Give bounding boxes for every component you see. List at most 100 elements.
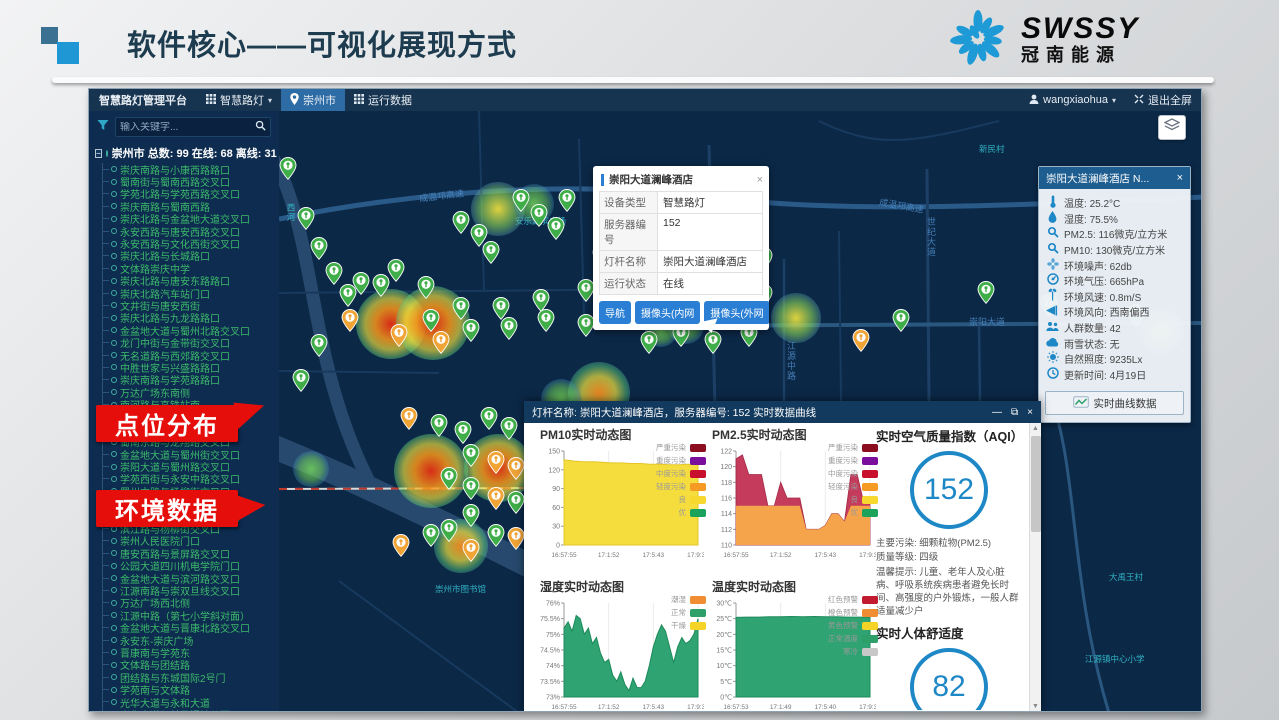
streetlight-marker[interactable] bbox=[392, 534, 410, 562]
tree-item[interactable]: 光华大道与羊马湿地公园 bbox=[102, 708, 279, 712]
tree-item[interactable]: 学苑北路与学苑西路交叉口 bbox=[102, 188, 279, 200]
tree-item[interactable]: 崇庆南路与小康西路路口 bbox=[102, 163, 279, 175]
streetlight-marker[interactable] bbox=[422, 524, 440, 552]
tree-item[interactable]: 团结路与东城国际2号门 bbox=[102, 671, 279, 683]
streetlight-marker[interactable] bbox=[440, 519, 458, 547]
streetlight-marker[interactable] bbox=[482, 241, 500, 269]
minimize-button[interactable]: — bbox=[992, 407, 1002, 418]
tree-item[interactable]: 永安西路与唐安西路交叉口 bbox=[102, 225, 279, 237]
streetlight-marker[interactable] bbox=[977, 281, 995, 309]
tree-item[interactable]: 崇阳大道与蜀州路交叉口 bbox=[102, 460, 279, 472]
streetlight-marker[interactable] bbox=[462, 504, 480, 532]
tree-item[interactable]: 万达广场西北侧 bbox=[102, 597, 279, 609]
tree-item[interactable]: 学苑西街与永安中路交叉口 bbox=[102, 473, 279, 485]
popup-button-1[interactable]: 摄像头(内网 bbox=[635, 301, 700, 324]
popup-button-2[interactable]: 摄像头(外网 bbox=[704, 301, 769, 324]
streetlight-marker[interactable] bbox=[417, 276, 435, 304]
streetlight-marker[interactable] bbox=[400, 407, 418, 435]
tree-item[interactable]: 金盆地大道与滨河路交叉口 bbox=[102, 572, 279, 584]
scroll-up-icon[interactable]: ▲ bbox=[1030, 423, 1041, 435]
exit-fullscreen-button[interactable]: 退出全屏 bbox=[1125, 89, 1201, 111]
tree-item[interactable]: 崇庆北路与九龙路路口 bbox=[102, 312, 279, 324]
streetlight-marker[interactable] bbox=[440, 467, 458, 495]
tree-item[interactable]: 唐安西路与景屏路交叉口 bbox=[102, 547, 279, 559]
streetlight-marker[interactable] bbox=[390, 324, 408, 352]
streetlight-marker[interactable] bbox=[537, 309, 555, 337]
tree-item[interactable]: 学苑南与文体路 bbox=[102, 683, 279, 695]
nav-item-0[interactable]: 智慧路灯▾ bbox=[197, 89, 281, 111]
nav-item-2[interactable]: 运行数据 bbox=[345, 89, 421, 111]
tree-item[interactable]: 永安东-崇庆广场 bbox=[102, 634, 279, 646]
tree-item[interactable]: 崇州人民医院门口 bbox=[102, 535, 279, 547]
nav-item-1[interactable]: 崇州市 bbox=[281, 89, 345, 111]
user-menu[interactable]: wangxiaohua ▾ bbox=[1020, 89, 1125, 111]
tree-item[interactable]: 崇庆南路与蜀南西路 bbox=[102, 200, 279, 212]
tree-item[interactable]: 万达广场东南侧 bbox=[102, 386, 279, 398]
tree-item[interactable]: 龙门中街与金带街交叉口 bbox=[102, 336, 279, 348]
tree-item[interactable]: 文体路与团结路 bbox=[102, 659, 279, 671]
tree-item[interactable]: 无名道路与西郊路交叉口 bbox=[102, 349, 279, 361]
tree-item[interactable]: 文井街与唐安西街 bbox=[102, 299, 279, 311]
realtime-curve-button[interactable]: 实时曲线数据 bbox=[1045, 391, 1184, 415]
streetlight-marker[interactable] bbox=[310, 237, 328, 265]
streetlight-marker[interactable] bbox=[500, 417, 518, 445]
streetlight-marker[interactable] bbox=[462, 444, 480, 472]
streetlight-marker[interactable] bbox=[462, 319, 480, 347]
streetlight-marker[interactable] bbox=[487, 524, 505, 552]
streetlight-marker[interactable] bbox=[297, 207, 315, 235]
scroll-thumb[interactable] bbox=[1031, 436, 1041, 532]
map-layers-button[interactable] bbox=[1158, 115, 1186, 140]
tree-item[interactable]: 蜀南街与蜀南西路交叉口 bbox=[102, 175, 279, 187]
scroll-down-icon[interactable]: ▼ bbox=[1030, 701, 1041, 712]
streetlight-marker[interactable] bbox=[292, 369, 310, 397]
collapse-icon[interactable]: − bbox=[95, 149, 102, 158]
streetlight-marker[interactable] bbox=[507, 457, 525, 485]
streetlight-marker[interactable] bbox=[432, 331, 450, 359]
environment-panel-close-icon[interactable]: × bbox=[1177, 172, 1183, 184]
streetlight-marker[interactable] bbox=[462, 539, 480, 567]
streetlight-marker[interactable] bbox=[487, 487, 505, 515]
tree-item[interactable]: 金盆地大道与晋康北路交叉口 bbox=[102, 621, 279, 633]
close-button[interactable]: × bbox=[1027, 407, 1033, 418]
streetlight-marker[interactable] bbox=[279, 157, 297, 185]
tree-item[interactable]: 永安西路与文化西街交叉口 bbox=[102, 237, 279, 249]
filter-icon[interactable] bbox=[97, 118, 109, 136]
streetlight-marker[interactable] bbox=[512, 189, 530, 217]
tree-item[interactable]: 崇庆北路与长城路口 bbox=[102, 250, 279, 262]
streetlight-marker[interactable] bbox=[462, 477, 480, 505]
search-input[interactable] bbox=[120, 122, 255, 133]
popup-button-0[interactable]: 导航 bbox=[599, 301, 631, 324]
tree-item[interactable]: 江源中路（第七小学斜对面） bbox=[102, 609, 279, 621]
streetlight-marker[interactable] bbox=[892, 309, 910, 337]
panel-scrollbar[interactable]: ▲ ▼ bbox=[1029, 423, 1041, 712]
tree-item[interactable]: 崇庆南路与学苑路路口 bbox=[102, 374, 279, 386]
streetlight-marker[interactable] bbox=[507, 527, 525, 555]
tree-item[interactable]: 公园大道四川机电学院门口 bbox=[102, 560, 279, 572]
streetlight-marker[interactable] bbox=[507, 491, 525, 519]
streetlight-marker[interactable] bbox=[452, 211, 470, 239]
tree-item[interactable]: 崇庆北路与唐安东路路口 bbox=[102, 275, 279, 287]
streetlight-marker[interactable] bbox=[487, 451, 505, 479]
streetlight-marker[interactable] bbox=[430, 414, 448, 442]
tree-root[interactable]: − 崇州市 总数: 99 在线: 68 离线: 31 bbox=[89, 141, 279, 163]
streetlight-marker[interactable] bbox=[530, 204, 548, 232]
tree-item[interactable]: 中胜世家与兴盛路路口 bbox=[102, 361, 279, 373]
tree-item[interactable]: 崇庆北路与金盆地大道交叉口 bbox=[102, 213, 279, 225]
popup-close-icon[interactable]: × bbox=[757, 174, 763, 186]
streetlight-marker[interactable] bbox=[547, 217, 565, 245]
streetlight-marker[interactable] bbox=[500, 317, 518, 345]
streetlight-marker[interactable] bbox=[341, 309, 359, 337]
tree-item[interactable]: 金盆地大道与蜀州北路交叉口 bbox=[102, 324, 279, 336]
tree-item[interactable]: 晋康南与学苑东 bbox=[102, 646, 279, 658]
streetlight-marker[interactable] bbox=[480, 407, 498, 435]
tree-item[interactable]: 崇庆北路汽车站门口 bbox=[102, 287, 279, 299]
search-icon[interactable] bbox=[255, 118, 266, 136]
tree-item[interactable]: 江源南路与崇双旦线交叉口 bbox=[102, 584, 279, 596]
streetlight-marker[interactable] bbox=[640, 331, 658, 359]
streetlight-marker[interactable] bbox=[352, 272, 370, 300]
streetlight-marker[interactable] bbox=[852, 329, 870, 357]
tree-item[interactable]: 文体路崇庆中学 bbox=[102, 262, 279, 274]
maximize-button[interactable]: ⧉ bbox=[1011, 407, 1018, 418]
tree-item[interactable]: 光华大道与永和大道 bbox=[102, 696, 279, 708]
streetlight-marker[interactable] bbox=[310, 334, 328, 362]
